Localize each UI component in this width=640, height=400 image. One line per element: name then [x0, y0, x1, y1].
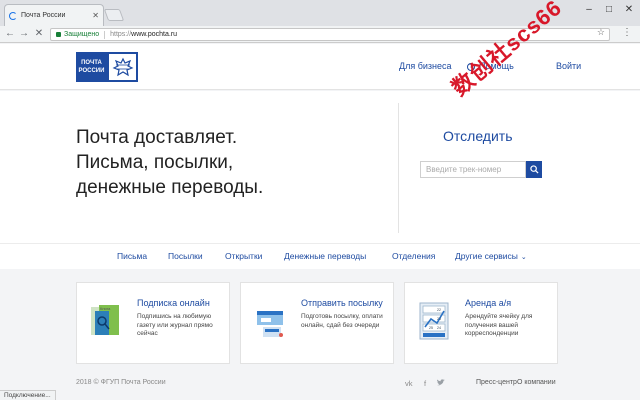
- secure-label: Защищено: [64, 31, 100, 38]
- track-number-input[interactable]: [420, 161, 526, 178]
- loading-spinner-icon: [9, 11, 17, 20]
- web-page: ПОЧТА РОССИИ Для бизнеса ? Помощь Войти П…: [0, 44, 640, 390]
- parcel-box-icon: [257, 311, 283, 337]
- eagle-emblem-icon: [107, 52, 138, 82]
- tagline-line-2: Письма, посылки,: [76, 152, 234, 173]
- facebook-icon[interactable]: f: [424, 379, 426, 388]
- browser-status-bar: Подключение...: [0, 390, 56, 400]
- browser-menu-icon[interactable]: ⋮: [622, 27, 632, 38]
- box-number-3: 24: [437, 326, 441, 330]
- address-separator: [104, 30, 106, 39]
- card-send-parcel[interactable]: Отправить посылку Подготовь посылку, опл…: [240, 282, 394, 364]
- box-number-1: 22: [437, 308, 441, 312]
- minimize-icon[interactable]: –: [580, 3, 598, 17]
- card-illus-label: Книга: [100, 306, 111, 311]
- card-desc: Подпишись на любимую газету или журнал п…: [137, 313, 213, 337]
- card-title: Отправить посылку: [301, 298, 383, 308]
- url-host: www.pochta.ru: [131, 31, 178, 38]
- tab-close-icon[interactable]: ✕: [92, 11, 99, 20]
- tagline-line-1: Почта доставляет.: [76, 127, 238, 148]
- hero-section: Почта доставляет. Письма, посылки, денеж…: [0, 91, 640, 243]
- logo-line-1: ПОЧТА: [81, 60, 102, 66]
- site-header: ПОЧТА РОССИИ Для бизнеса ? Помощь Войти: [0, 44, 640, 90]
- magazine-icon: Книга: [91, 305, 119, 335]
- card-desc: Подготовь посылку, оплати онлайн, сдай б…: [301, 313, 383, 329]
- track-search-button[interactable]: [526, 161, 542, 178]
- stop-loading-icon[interactable]: ✕: [33, 28, 45, 40]
- hero-divider: [398, 103, 399, 233]
- about-company-link[interactable]: О компании: [517, 379, 556, 386]
- business-link[interactable]: Для бизнеса: [399, 61, 452, 71]
- forward-arrow-icon[interactable]: →: [18, 28, 30, 40]
- logo-text: ПОЧТА РОССИИ: [76, 52, 107, 82]
- vk-icon[interactable]: vk: [405, 379, 413, 388]
- twitter-icon[interactable]: [437, 379, 445, 388]
- main-nav: Письма Посылки Открытки Денежные перевод…: [0, 243, 640, 269]
- tab-title: Почта России: [21, 12, 66, 19]
- login-link[interactable]: Войти: [556, 61, 581, 71]
- maximize-icon[interactable]: □: [600, 3, 618, 17]
- card-subscription[interactable]: Книга Подписка онлайн Подпишись на любим…: [76, 282, 230, 364]
- box-number-4: 25: [429, 326, 433, 330]
- other-services-label: Другие сервисы: [455, 251, 518, 261]
- close-window-icon[interactable]: ✕: [620, 3, 638, 17]
- nav-item-letters[interactable]: Письма: [117, 251, 147, 261]
- card-po-box-rental[interactable]: 22 23 24 25 Аренда а/я Арендуйте ячейку …: [404, 282, 558, 364]
- nav-item-other-services[interactable]: Другие сервисы ⌄: [455, 251, 527, 261]
- card-title: Аренда а/я: [465, 298, 512, 308]
- card-desc: Арендуйте ячейку для получения вашей кор…: [465, 313, 533, 337]
- back-arrow-icon[interactable]: ←: [4, 28, 16, 40]
- lock-icon: [56, 32, 61, 37]
- new-tab-button[interactable]: [103, 9, 125, 21]
- nav-item-parcels[interactable]: Посылки: [168, 251, 203, 261]
- search-icon: [529, 165, 539, 174]
- hero-tagline: Почта доставляет. Письма, посылки, денеж…: [76, 125, 263, 200]
- pochta-logo[interactable]: ПОЧТА РОССИИ: [76, 52, 138, 82]
- footer-copyright: 2018 © ФГУП Почта России: [76, 379, 166, 386]
- box-number-2: 23: [437, 317, 441, 321]
- browser-tab[interactable]: Почта России ✕: [4, 4, 104, 26]
- url-protocol: https://: [110, 31, 132, 38]
- card-title: Подписка онлайн: [137, 298, 210, 308]
- logo-line-2: РОССИИ: [78, 68, 105, 74]
- press-center-link[interactable]: Пресс-центр: [476, 379, 517, 386]
- nav-item-postcards[interactable]: Открытки: [225, 251, 262, 261]
- chevron-down-icon: ⌄: [520, 254, 527, 261]
- bookmark-star-icon[interactable]: ☆: [597, 27, 605, 38]
- nav-item-money-transfers[interactable]: Денежные переводы: [284, 251, 366, 261]
- tagline-line-3: денежные переводы.: [76, 177, 264, 198]
- po-box-icon: 22 23 24 25: [419, 302, 449, 340]
- nav-item-offices[interactable]: Отделения: [392, 251, 435, 261]
- track-title: Отследить: [443, 128, 513, 144]
